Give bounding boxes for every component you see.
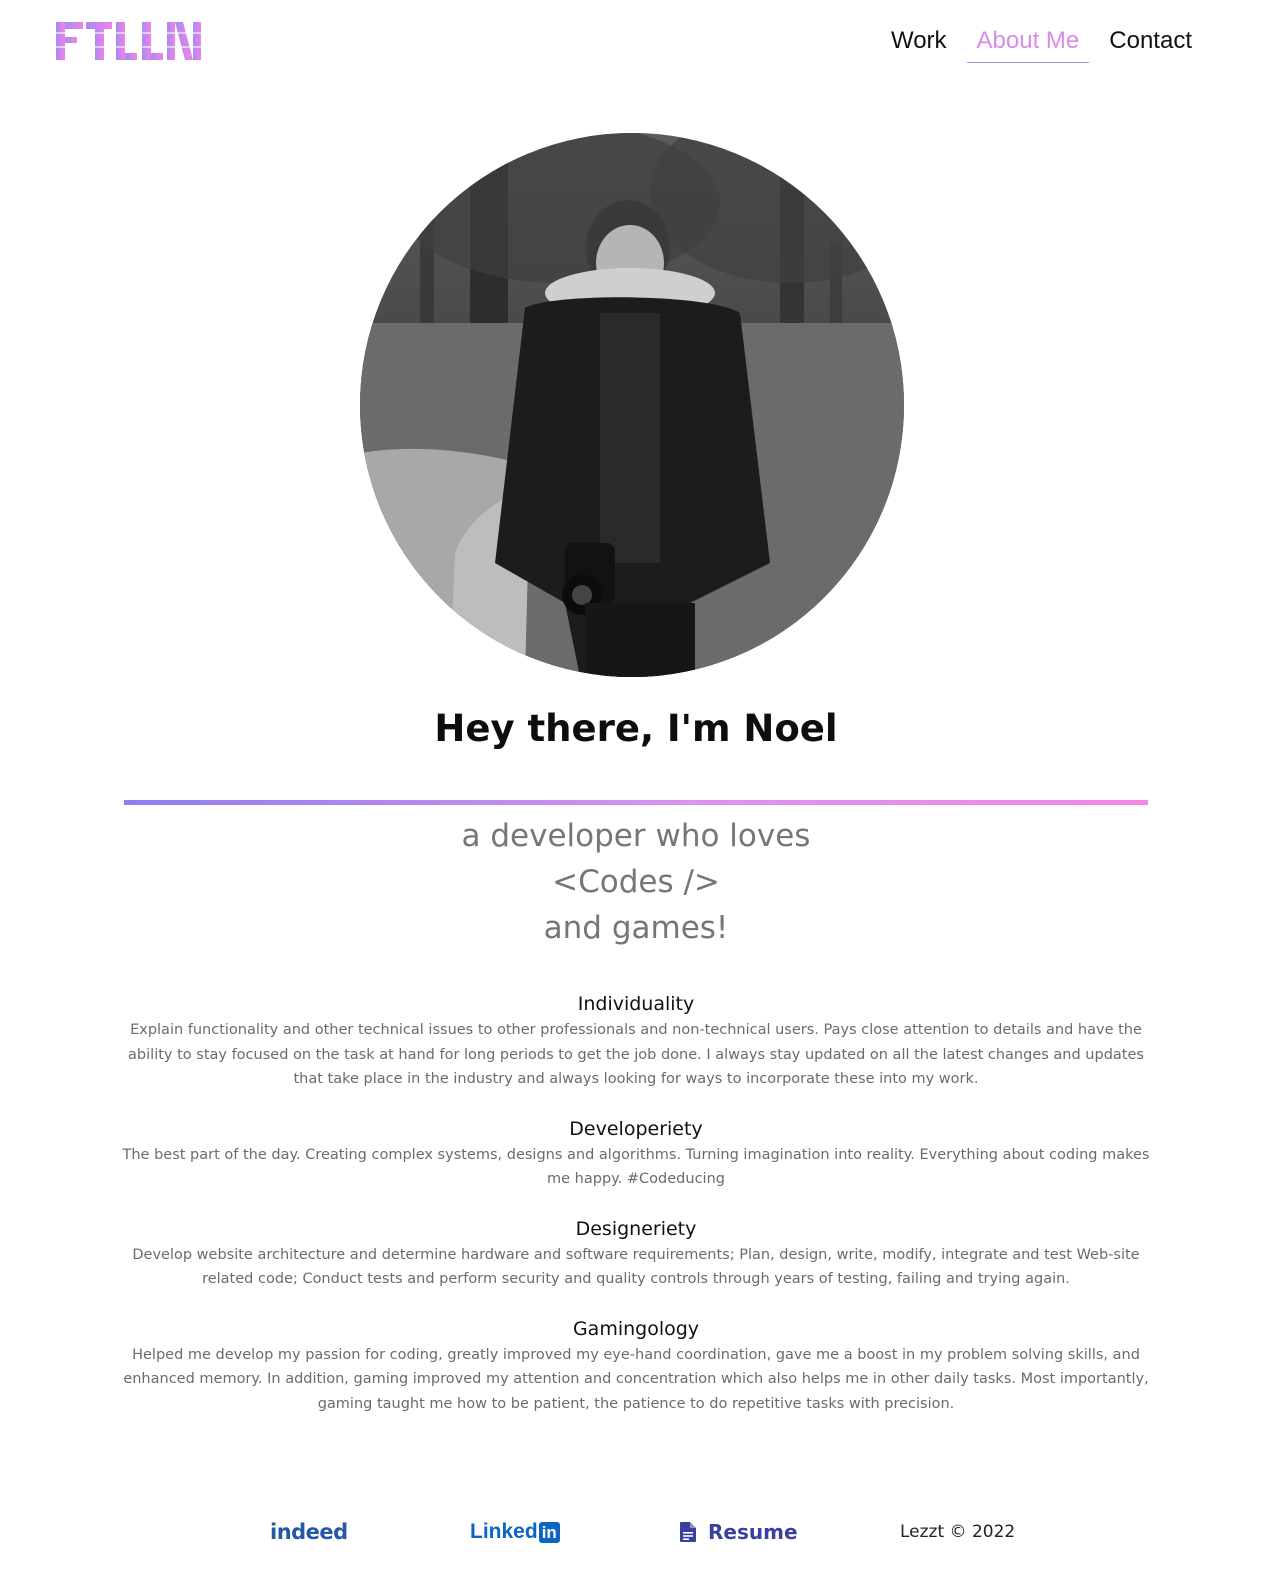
section-title: Individuality (577, 993, 695, 1015)
footer: indeed Linked in Resume Lezzt © 2022 (0, 1512, 1272, 1552)
linkedin-link[interactable]: Linked in (470, 1512, 560, 1552)
linkedin-logo-text: Linked (470, 1520, 538, 1543)
resume-link[interactable]: Resume (680, 1512, 798, 1552)
section-body: Explain functionality and other technica… (128, 1022, 1144, 1087)
resume-label: Resume (708, 1520, 798, 1544)
main-nav: Work About Me Contact (871, 24, 1202, 63)
nav-contact[interactable]: Contact (1099, 24, 1202, 62)
tagline-line-2: <Codes /> (552, 864, 720, 900)
section-body: Develop website architecture and determi… (132, 1246, 1140, 1288)
section-title: Developeriety (569, 1117, 703, 1140)
indeed-logo-text: indeed (270, 1520, 348, 1544)
gradient-divider (124, 800, 1148, 805)
nav-work[interactable]: Work (881, 24, 957, 62)
copyright-text: Lezzt © 2022 (900, 1522, 1016, 1542)
section-title: Gamingology (572, 1317, 700, 1340)
indeed-link[interactable]: indeed (270, 1512, 348, 1552)
linkedin-logo-box: in (538, 1521, 560, 1543)
section-body: Helped me develop my passion for coding,… (123, 1346, 1149, 1412)
section-body: The best part of the day. Creating compl… (122, 1146, 1150, 1188)
site-logo[interactable] (56, 20, 202, 62)
profile-photo-graphic (360, 133, 904, 677)
section-gamingology: Gamingology Helped me develop my passion… (120, 1315, 1152, 1417)
tagline: a developer who loves <Codes /> and game… (0, 813, 1272, 951)
logo-graphic (56, 22, 202, 60)
section-individuality: Individuality Explain functionality and … (120, 990, 1152, 1092)
section-developeriety: Developeriety The best part of the day. … (120, 1115, 1152, 1192)
about-sections: Individuality Explain functionality and … (120, 990, 1152, 1439)
page-title: Hey there, I'm Noel (434, 707, 838, 750)
nav-about-me[interactable]: About Me (966, 24, 1090, 63)
tagline-line-3: and games! (543, 910, 729, 946)
profile-photo (360, 133, 904, 677)
document-icon (680, 1522, 696, 1542)
section-title: Designeriety (575, 1217, 697, 1240)
section-designeriety: Designeriety Develop website architectur… (120, 1215, 1152, 1292)
tagline-line-1: a developer who loves (461, 818, 811, 854)
